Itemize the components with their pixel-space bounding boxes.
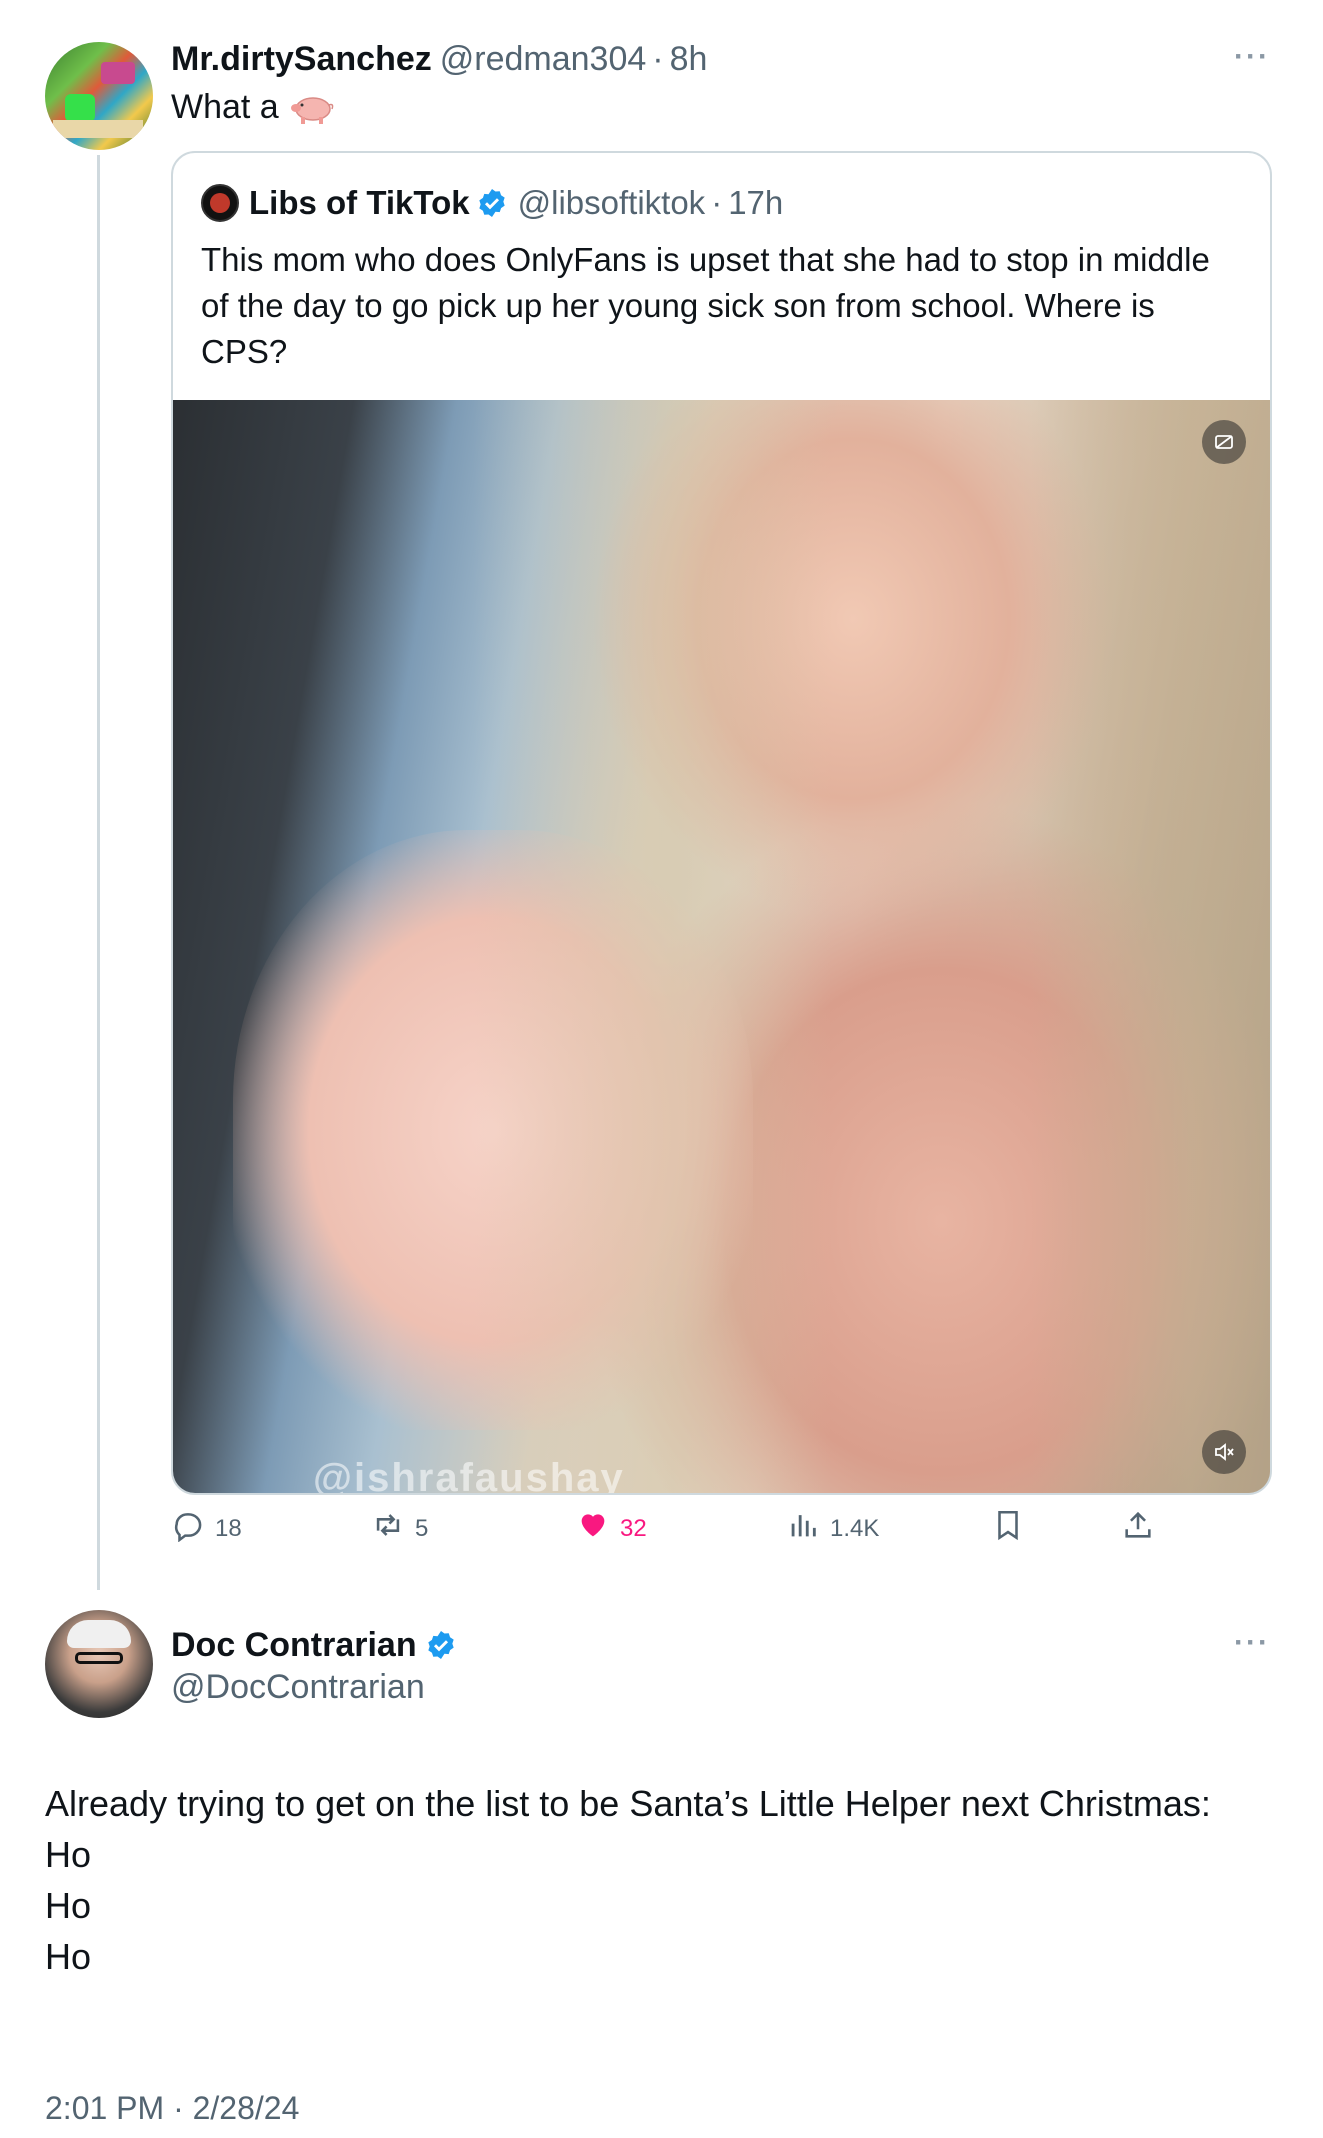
reply-tweet-header: Mr.dirtySanchez @redman304 · 8h	[171, 36, 707, 82]
reply-button[interactable]: 18	[171, 1508, 242, 1549]
heart-icon	[576, 1508, 610, 1549]
reply-icon	[171, 1508, 205, 1549]
reply-display-name[interactable]: Mr.dirtySanchez	[171, 40, 432, 79]
main-more-button[interactable]: ···	[1234, 1626, 1270, 1660]
bookmark-button[interactable]	[991, 1508, 1025, 1549]
video-watermark: @ishrafaushay	[313, 1456, 625, 1495]
bookmark-icon	[991, 1508, 1025, 1549]
main-text-line: Already trying to get on the list to be …	[45, 1783, 1211, 1824]
reply-time[interactable]: 8h	[670, 40, 708, 79]
quoted-display-name[interactable]: Libs of TikTok	[249, 184, 470, 222]
main-display-name[interactable]: Doc Contrarian	[171, 1626, 417, 1665]
main-handle[interactable]: @DocContrarian	[171, 1668, 425, 1707]
repost-icon	[371, 1508, 405, 1549]
main-tweet-header: Doc Contrarian	[171, 1622, 457, 1668]
like-button[interactable]: 32	[576, 1508, 647, 1549]
pig-icon	[289, 91, 335, 125]
main-text-line: Ho	[45, 1885, 92, 1926]
main-tweet-text: Already trying to get on the list to be …	[45, 1778, 1275, 1982]
reply-handle[interactable]: @redman304	[440, 40, 647, 79]
main-text-line: Ho	[45, 1834, 92, 1875]
quoted-header: Libs of TikTok @libsoftiktok · 17h	[201, 181, 783, 225]
main-text-line: Ho	[45, 1936, 92, 1977]
reply-count: 18	[215, 1514, 242, 1542]
quoted-tweet-card[interactable]: Libs of TikTok @libsoftiktok · 17h This …	[171, 151, 1272, 1495]
reply-more-button[interactable]: ···	[1234, 40, 1270, 74]
thread-connector-line	[97, 155, 100, 1590]
quoted-separator: ·	[711, 184, 723, 221]
views-chart-icon	[786, 1508, 820, 1549]
views-button[interactable]: 1.4K	[786, 1508, 879, 1549]
quoted-time[interactable]: 17h	[728, 184, 783, 222]
avatar-mrdirtysanchez[interactable]	[45, 42, 153, 150]
quoted-text: This mom who does OnlyFans is upset that…	[201, 241, 1210, 370]
mute-icon[interactable]	[1202, 1430, 1246, 1474]
quoted-video-media[interactable]: @ishrafaushay	[173, 400, 1270, 1495]
repost-button[interactable]: 5	[371, 1508, 428, 1549]
share-button[interactable]	[1121, 1508, 1155, 1549]
main-timestamp[interactable]: 2:01 PM · 2/28/24	[45, 2090, 299, 2127]
avatar-doccontrarian[interactable]	[45, 1610, 153, 1718]
view-count: 1.4K	[830, 1514, 880, 1542]
reply-text-row: What a	[171, 84, 335, 131]
tweet-action-bar: 18 5 32 1.4K	[171, 1508, 1271, 1556]
avatar-libsoftiktok[interactable]	[201, 184, 239, 222]
share-icon	[1121, 1508, 1155, 1549]
like-count: 32	[620, 1514, 647, 1542]
content-warning-icon[interactable]	[1202, 420, 1246, 464]
video-frame-hair	[473, 400, 1270, 1493]
verified-badge-icon	[425, 1629, 457, 1661]
verified-badge-icon	[476, 187, 508, 219]
repost-count: 5	[415, 1514, 429, 1542]
reply-separator: ·	[652, 39, 664, 78]
reply-text: What a	[171, 88, 279, 126]
quoted-handle[interactable]: @libsoftiktok	[518, 184, 706, 222]
